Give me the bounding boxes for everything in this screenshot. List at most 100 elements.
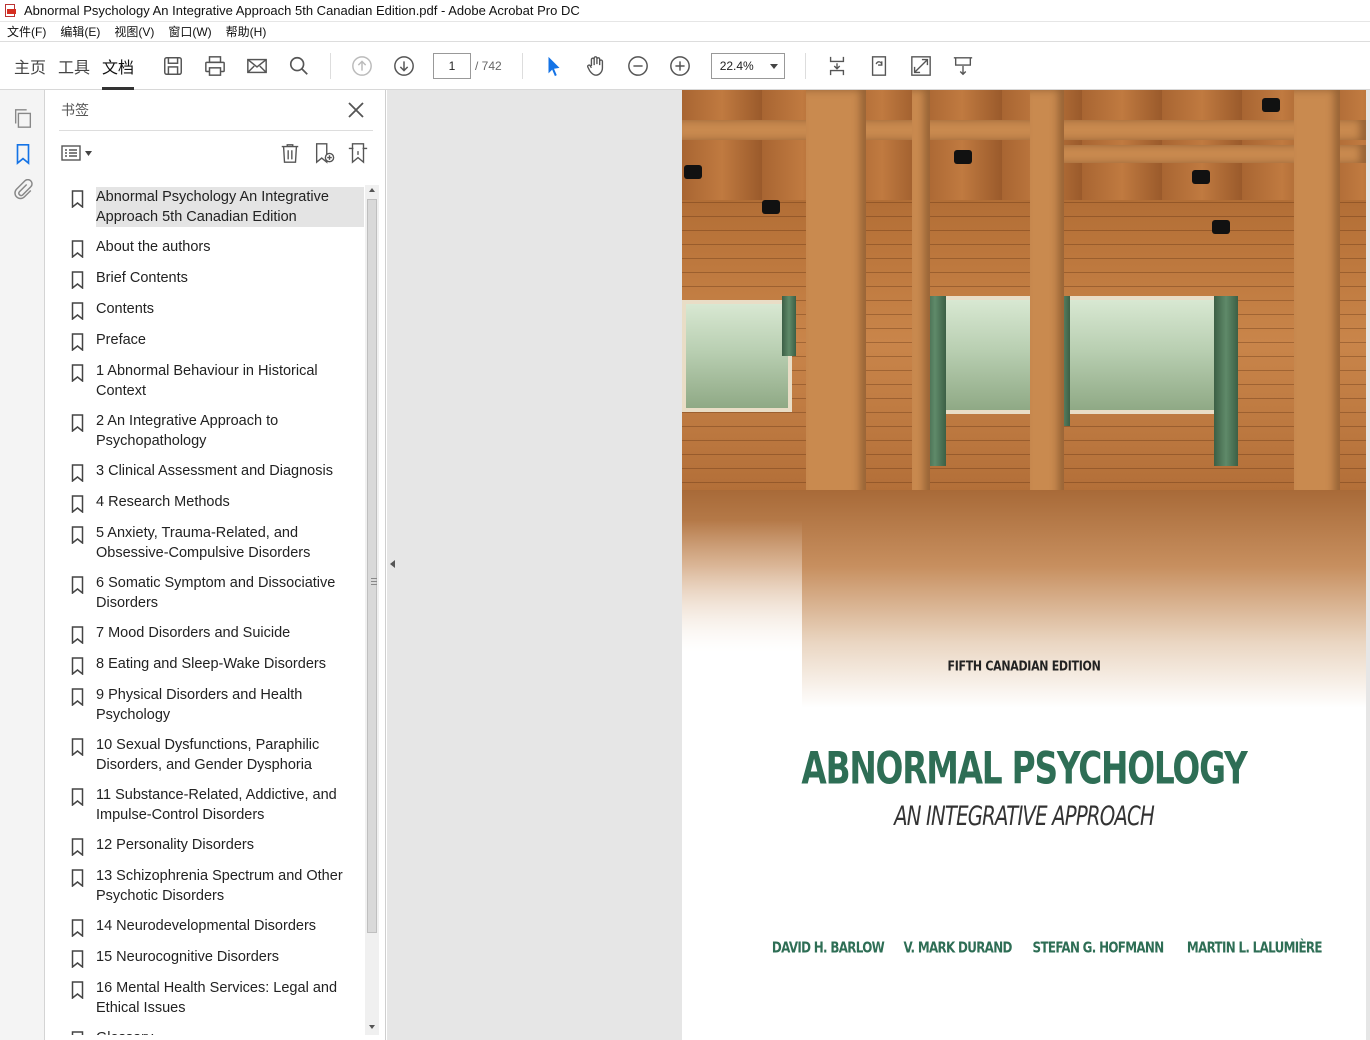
bookmark-label: Preface [96,332,146,348]
bookmark-item[interactable]: 7 Mood Disorders and Suicide [59,621,364,646]
new-bookmark-icon[interactable] [311,140,337,166]
cover-subtitle: AN INTEGRATIVE APPROACH [894,800,1155,832]
menu-edit[interactable]: 编辑(E) [53,23,107,40]
collapse-panel-arrow-icon[interactable] [390,560,395,568]
menu-file[interactable]: 文件(F) [0,23,53,40]
bookmark-item[interactable]: 12 Personality Disorders [59,833,364,858]
cover-edition-label: FIFTH CANADIAN EDITION [947,658,1101,675]
print-icon[interactable] [201,52,229,80]
read-mode-icon[interactable] [949,52,977,80]
bookmark-icon [59,268,96,289]
bookmark-icon [59,523,96,544]
select-cursor-icon[interactable] [540,52,568,80]
bookmark-item[interactable]: 9 Physical Disorders and Health Psycholo… [59,683,364,727]
menu-view[interactable]: 视图(V) [107,23,161,40]
bookmark-item[interactable]: About the authors [59,235,364,260]
bookmark-item[interactable]: Abnormal Psychology An Integrative Appro… [59,185,364,229]
options-menu-button[interactable] [61,145,92,161]
zoom-in-icon[interactable] [666,52,694,80]
bookmark-item[interactable]: 1 Abnormal Behaviour in Historical Conte… [59,359,364,403]
bookmark-item[interactable]: 13 Schizophrenia Spectrum and Other Psyc… [59,864,364,908]
bookmark-item[interactable]: 14 Neurodevelopmental Disorders [59,914,364,939]
attachments-icon[interactable] [0,172,45,208]
bookmark-label: 10 Sexual Dysfunctions, Paraphilic Disor… [96,737,320,773]
bookmarks-panel-toolbar [45,131,385,175]
expand-bookmark-icon[interactable] [345,140,371,166]
tab-tools[interactable]: 工具 [52,43,96,90]
search-icon[interactable] [285,52,313,80]
bookmark-item[interactable]: Preface [59,328,364,353]
bookmark-icon [59,411,96,432]
bookmark-item[interactable]: 15 Neurocognitive Disorders [59,945,364,970]
bookmark-item[interactable]: Brief Contents [59,266,364,291]
bookmark-item[interactable]: 3 Clinical Assessment and Diagnosis [59,459,364,484]
bookmark-icon [59,735,96,756]
cover-author: DAVID H. BARLOW [771,939,885,957]
scroll-down-arrow-icon[interactable] [369,1025,375,1029]
bookmark-label: Glossary [96,1028,364,1035]
bookmark-label: 8 Eating and Sleep-Wake Disorders [96,656,326,672]
bookmark-label: Contents [96,301,155,317]
toolbar-divider [804,53,806,79]
bookmark-list: Abnormal Psychology An Integrative Appro… [59,185,364,1035]
rotate-page-icon[interactable] [865,52,893,80]
bookmark-icon [59,1028,96,1035]
bookmark-item[interactable]: 6 Somatic Symptom and Dissociative Disor… [59,571,364,615]
zoom-level-value: 22.4% [719,59,754,73]
bookmark-label: 3 Clinical Assessment and Diagnosis [96,463,333,479]
bookmark-icon [59,947,96,968]
bookmark-item[interactable]: 4 Research Methods [59,490,364,515]
next-page-icon[interactable] [390,52,418,80]
bookmark-icon [59,237,96,258]
zoom-level-select[interactable]: 22.4% [710,53,785,79]
tab-home[interactable]: 主页 [8,43,52,90]
hand-tool-icon[interactable] [582,52,610,80]
bookmark-label: 11 Substance-Related, Addictive, and Imp… [96,787,337,823]
bookmark-item[interactable]: Glossary [59,1026,364,1035]
full-screen-icon[interactable] [907,52,935,80]
scrollbar-thumb[interactable] [367,199,377,933]
bookmark-label: 13 Schizophrenia Spectrum and Other Psyc… [96,868,343,904]
toolbar-divider [330,53,331,79]
bookmark-item[interactable]: 8 Eating and Sleep-Wake Disorders [59,652,364,677]
tab-document[interactable]: 文档 [96,43,140,90]
save-icon[interactable] [159,52,187,80]
bookmark-item[interactable]: 10 Sexual Dysfunctions, Paraphilic Disor… [59,733,364,777]
bookmark-item[interactable]: Contents [59,297,364,322]
zoom-out-icon[interactable] [624,52,652,80]
bookmark-icon [59,330,96,351]
bookmark-icon [59,978,96,999]
page-thumbnails-icon[interactable] [0,100,45,136]
menu-window[interactable]: 窗口(W) [161,23,218,40]
menu-help[interactable]: 帮助(H) [219,23,274,40]
scroll-mode-icon[interactable] [823,52,851,80]
page-total-label: / 742 [475,59,502,73]
bookmark-icon [59,361,96,382]
bookmark-label: 6 Somatic Symptom and Dissociative Disor… [96,575,336,611]
bookmark-item[interactable]: 2 An Integrative Approach to Psychopatho… [59,409,364,453]
page-number-input[interactable]: 1 [433,53,471,79]
email-icon[interactable] [243,52,271,80]
bookmark-icon [59,785,96,806]
bookmark-icon [59,573,96,594]
bookmark-icon [59,299,96,320]
scroll-up-arrow-icon[interactable] [369,188,375,192]
bookmark-list-scrollbar[interactable] [365,185,379,1035]
main-toolbar: 主页 工具 文档 1 / 742 22.4% [0,43,1370,90]
bookmark-label: 16 Mental Health Services: Legal and Eth… [96,980,338,1016]
bookmark-label: 12 Personality Disorders [96,837,254,853]
delete-bookmark-icon[interactable] [277,140,303,166]
previous-page-icon[interactable] [348,52,376,80]
cover-author: MARTIN L. LALUMIÈRE [1187,939,1323,957]
window-titlebar: Abnormal Psychology An Integrative Appro… [0,0,1370,22]
bookmarks-panel-title: 书签 [61,102,89,118]
bookmarks-icon[interactable] [0,136,45,172]
bookmark-item[interactable]: 5 Anxiety, Trauma-Related, and Obsessive… [59,521,364,565]
bookmark-item[interactable]: 16 Mental Health Services: Legal and Eth… [59,976,364,1020]
cover-author: V. MARK DURAND [903,939,1013,957]
close-icon[interactable] [345,99,367,121]
cover-photo [682,90,1366,708]
bookmark-item[interactable]: 11 Substance-Related, Addictive, and Imp… [59,783,364,827]
bookmark-label: 4 Research Methods [96,494,230,510]
document-viewport[interactable]: FIFTH CANADIAN EDITION ABNORMAL PSYCHOLO… [387,90,1370,1040]
